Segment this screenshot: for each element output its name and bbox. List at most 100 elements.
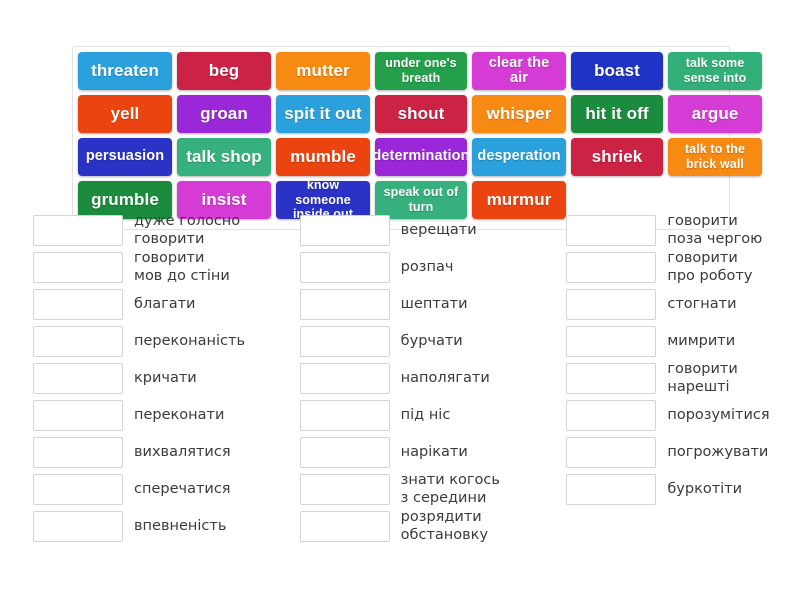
tile-row: persuasion talk shop mumble determination de… xyxy=(78,138,762,181)
translation-label: дуже голосно говорити xyxy=(134,212,241,247)
word-tile[interactable]: yell xyxy=(78,95,172,133)
answer-row: говорити мов до стіни xyxy=(33,249,267,286)
translation-label: шептати xyxy=(400,295,468,312)
word-tile[interactable]: determination xyxy=(375,138,467,176)
translation-label: стогнати xyxy=(667,295,737,312)
translation-label: розрядити обстановку xyxy=(400,508,489,543)
word-tile[interactable]: whisper xyxy=(472,95,566,133)
translation-label: нарікати xyxy=(400,443,468,460)
answer-drop-slot[interactable] xyxy=(33,252,123,283)
translation-label: розпач xyxy=(400,258,454,275)
answer-row: переконаність xyxy=(33,323,267,360)
answer-drop-slot[interactable] xyxy=(566,326,657,357)
answer-drop-slot[interactable] xyxy=(33,363,123,394)
translation-label: говорити мов до стіни xyxy=(134,249,230,284)
translation-label: бурчати xyxy=(400,332,463,349)
word-tile-bank: threaten beg mutter under one's breath clear… xyxy=(72,46,762,230)
answer-row: впевненість xyxy=(33,508,267,545)
word-tile[interactable]: argue xyxy=(668,95,762,133)
translation-label: переконати xyxy=(134,406,225,423)
word-tile[interactable]: shout xyxy=(375,95,467,133)
answer-row: розрядити обстановку xyxy=(299,508,534,545)
word-tile[interactable]: clear the air xyxy=(472,52,566,90)
match-up-activity: threaten beg mutter under one's breath clear… xyxy=(0,0,800,600)
answer-drop-slot[interactable] xyxy=(566,363,657,394)
answer-row: розпач xyxy=(299,249,534,286)
answer-row: говорити нарешті xyxy=(566,360,800,397)
word-tile[interactable]: desperation xyxy=(472,138,566,176)
answer-drop-slot[interactable] xyxy=(299,511,390,542)
answer-column: говорити поза чергою говорити про роботу с… xyxy=(566,212,800,545)
answer-drop-slot[interactable] xyxy=(299,326,390,357)
translation-label: знати когось з середини xyxy=(400,471,500,506)
answer-row: шептати xyxy=(299,286,534,323)
answer-drop-slot[interactable] xyxy=(299,400,390,431)
translation-label: сперечатися xyxy=(134,480,231,497)
answer-drop-slot[interactable] xyxy=(33,289,123,320)
answer-row: порозумітися xyxy=(566,397,800,434)
word-tile[interactable]: boast xyxy=(571,52,663,90)
translation-label: під ніс xyxy=(400,406,451,423)
answer-row: говорити поза чергою xyxy=(566,212,800,249)
translation-label: говорити нарешті xyxy=(667,360,738,395)
answer-row: верещати xyxy=(299,212,534,249)
answer-drop-slot[interactable] xyxy=(299,252,390,283)
translation-label: кричати xyxy=(134,369,197,386)
answer-row: переконати xyxy=(33,397,267,434)
word-tile[interactable]: spit it out xyxy=(276,95,370,133)
answer-drop-slot[interactable] xyxy=(566,474,657,505)
word-tile[interactable]: mumble xyxy=(276,138,370,176)
translation-label: наполягати xyxy=(400,369,490,386)
answer-row: знати когось з середини xyxy=(299,471,534,508)
answer-drop-slot[interactable] xyxy=(299,474,390,505)
translation-label: благати xyxy=(134,295,196,312)
answer-row: наполягати xyxy=(299,360,534,397)
word-tile[interactable]: under one's breath xyxy=(375,52,467,90)
tile-row: yell groan spit it out shout whisper hit it o… xyxy=(78,95,762,138)
answer-row: благати xyxy=(33,286,267,323)
answer-drop-slot[interactable] xyxy=(33,511,123,542)
word-tile[interactable]: mutter xyxy=(276,52,370,90)
word-tile[interactable]: groan xyxy=(177,95,271,133)
word-tile[interactable]: talk to the brick wall xyxy=(668,138,762,176)
answer-drop-slot[interactable] xyxy=(33,437,123,468)
answer-row: під ніс xyxy=(299,397,534,434)
answer-drop-slot[interactable] xyxy=(299,437,390,468)
word-tile[interactable]: threaten xyxy=(78,52,172,90)
answer-drop-slot[interactable] xyxy=(33,474,123,505)
answer-row: мимрити xyxy=(566,323,800,360)
word-tile[interactable]: persuasion xyxy=(78,138,172,176)
answer-drop-slot[interactable] xyxy=(566,215,657,246)
translation-label: вихвалятися xyxy=(134,443,231,460)
answer-column: дуже голосно говорити говорити мов до сті… xyxy=(33,212,267,545)
answer-drop-slot[interactable] xyxy=(33,326,123,357)
answer-drop-slot[interactable] xyxy=(566,400,657,431)
translation-label: говорити поза чергою xyxy=(667,212,763,247)
answer-column: верещати розпач шептати бурчати наполягати пі… xyxy=(299,212,534,545)
answer-row: погрожувати xyxy=(566,434,800,471)
translation-label: порозумітися xyxy=(667,406,770,423)
answer-row: нарікати xyxy=(299,434,534,471)
answer-row: буркотіти xyxy=(566,471,800,508)
answer-drop-slot[interactable] xyxy=(566,289,657,320)
word-tile[interactable]: hit it off xyxy=(571,95,663,133)
answer-drop-slot[interactable] xyxy=(299,289,390,320)
answer-row: вихвалятися xyxy=(33,434,267,471)
word-tile[interactable]: talk some sense into xyxy=(668,52,762,90)
translation-label: верещати xyxy=(400,221,477,238)
tile-row: threaten beg mutter under one's breath clear… xyxy=(78,52,762,95)
word-tile[interactable]: shriek xyxy=(571,138,663,176)
translation-label: мимрити xyxy=(667,332,736,349)
translation-label: говорити про роботу xyxy=(667,249,753,284)
answer-row: стогнати xyxy=(566,286,800,323)
answer-drop-slot[interactable] xyxy=(566,252,657,283)
answer-drop-slot[interactable] xyxy=(33,215,123,246)
word-tile[interactable]: talk shop xyxy=(177,138,271,176)
answer-drop-slot[interactable] xyxy=(299,215,390,246)
answer-drop-slot[interactable] xyxy=(299,363,390,394)
answer-row: кричати xyxy=(33,360,267,397)
answer-drop-slot[interactable] xyxy=(566,437,657,468)
answer-row: бурчати xyxy=(299,323,534,360)
answer-drop-slot[interactable] xyxy=(33,400,123,431)
word-tile[interactable]: beg xyxy=(177,52,271,90)
